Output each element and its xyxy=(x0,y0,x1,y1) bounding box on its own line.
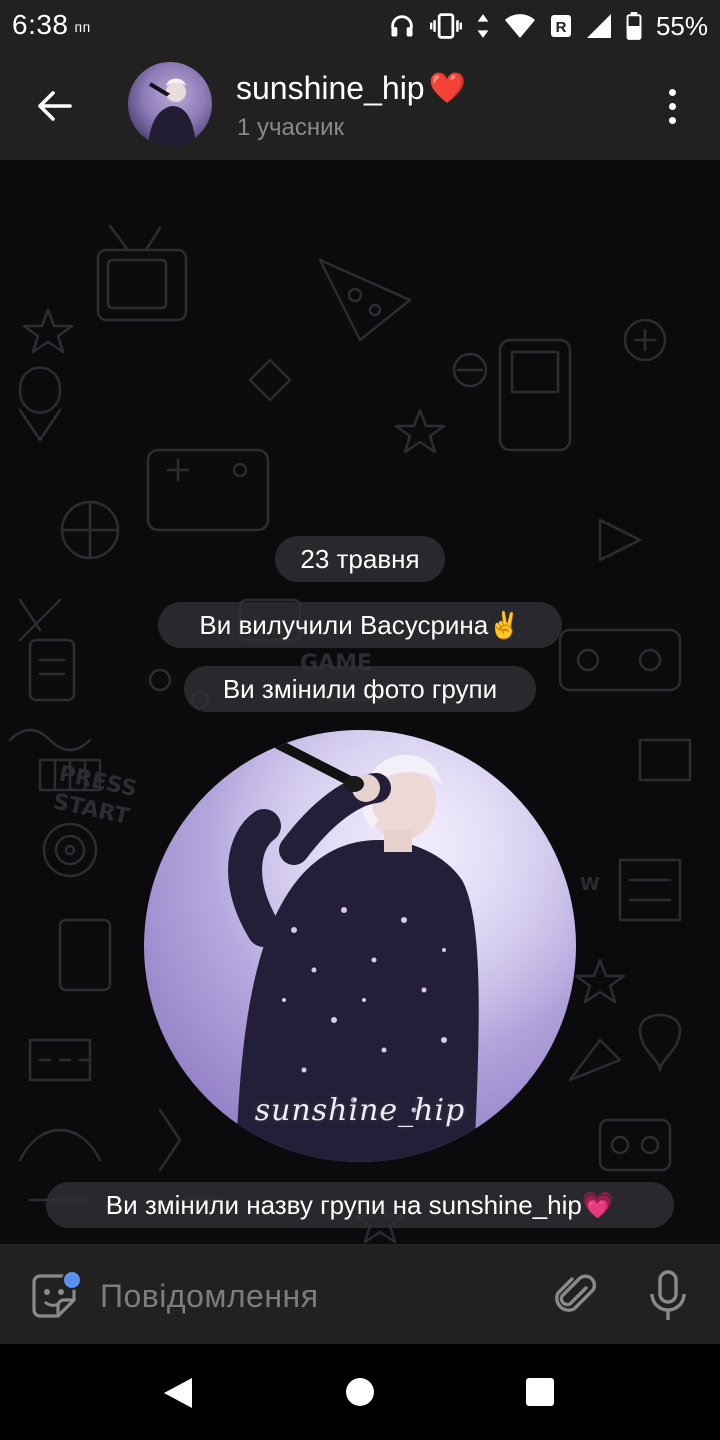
message-input-bar: Повідомлення xyxy=(0,1244,720,1344)
more-menu-button[interactable] xyxy=(652,82,692,130)
vibrate-icon xyxy=(429,13,462,39)
photo-watermark: sunshine_hip xyxy=(254,1093,466,1128)
status-time-suffix: пп xyxy=(74,18,91,35)
more-vertical-icon xyxy=(668,88,676,96)
voice-record-button[interactable] xyxy=(646,1270,690,1322)
service-message-removed: Ви вилучили Васусрина✌️ xyxy=(158,602,562,648)
service-message-photo-changed: Ви змінили фото групи xyxy=(184,666,536,712)
paperclip-icon xyxy=(555,1274,597,1312)
more-dot xyxy=(668,116,676,124)
more-dot xyxy=(668,102,676,110)
notification-badge xyxy=(62,1270,82,1290)
avatar-photo xyxy=(148,78,196,146)
arrow-left-icon xyxy=(38,91,72,121)
wifi-icon xyxy=(504,14,535,38)
microphone-icon xyxy=(650,1270,686,1320)
nav-recents-button[interactable] xyxy=(526,1378,554,1406)
chat-area[interactable]: PRESS START GAME W 23 травня Ви вилучили… xyxy=(0,160,720,1244)
status-time: 6:38 пп xyxy=(12,9,91,40)
message-input[interactable]: Повідомлення xyxy=(100,1278,319,1315)
system-nav-bar xyxy=(0,1344,720,1440)
status-icons: R 55% xyxy=(388,10,708,42)
back-button[interactable] xyxy=(26,82,82,130)
headphones-icon xyxy=(391,15,413,37)
svg-text:R: R xyxy=(556,19,567,36)
group-avatar[interactable] xyxy=(128,62,212,146)
signal-icon xyxy=(586,14,611,38)
nav-back-icon[interactable] xyxy=(162,1376,194,1410)
roaming-icon: R xyxy=(550,15,571,37)
chat-header: sunshine_hip ❤️ 1 учасник xyxy=(0,52,720,160)
heart-emoji: ❤️ xyxy=(428,72,466,105)
battery-icon xyxy=(626,12,642,40)
battery-percent: 55% xyxy=(655,10,708,41)
attach-button[interactable] xyxy=(552,1270,600,1318)
svg-text:W: W xyxy=(580,874,600,895)
nav-home-button[interactable] xyxy=(346,1378,374,1406)
data-arrows-icon xyxy=(477,14,489,38)
chat-title[interactable]: sunshine_hip ❤️ xyxy=(236,70,466,107)
chat-title-text: sunshine_hip xyxy=(236,70,425,106)
date-separator: 23 травня xyxy=(275,536,445,582)
member-count: 1 учасник xyxy=(237,114,345,141)
group-photo-message[interactable]: sunshine_hip xyxy=(144,730,576,1162)
status-bar: 6:38 пп R 55% xyxy=(0,0,720,52)
service-message-renamed: Ви змінили назву групи на sunshine_hip💗 xyxy=(46,1182,674,1228)
